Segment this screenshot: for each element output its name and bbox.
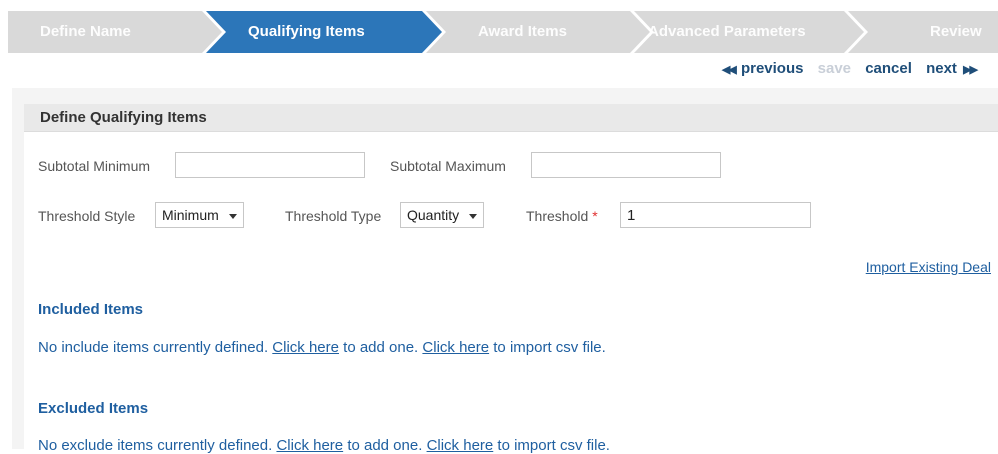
save-button[interactable]: save bbox=[818, 60, 851, 77]
threshold-label: Threshold * bbox=[526, 208, 598, 224]
required-marker: * bbox=[592, 208, 598, 224]
excluded-items-title: Excluded Items bbox=[38, 400, 149, 417]
included-text-mid: to add one. bbox=[343, 339, 419, 356]
wizard-steps: Define Name Qualifying Items Award Items… bbox=[8, 11, 998, 53]
subtotal-minimum-input[interactable] bbox=[175, 152, 365, 178]
subtotal-maximum-label: Subtotal Maximum bbox=[390, 158, 506, 174]
previous-arrow-icon: ◀◀ bbox=[721, 64, 737, 76]
step-qualifying-items[interactable]: Qualifying Items bbox=[248, 11, 365, 53]
step-advanced-parameters[interactable]: Advanced Parameters bbox=[648, 11, 806, 53]
subtotal-minimum-label: Subtotal Minimum bbox=[38, 158, 151, 174]
cancel-button[interactable]: cancel bbox=[865, 60, 912, 77]
previous-button[interactable]: ◀◀ previous bbox=[712, 60, 804, 77]
threshold-label-text: Threshold bbox=[526, 208, 589, 224]
section-header: Define Qualifying Items bbox=[24, 104, 998, 132]
excluded-text-after: to import csv file. bbox=[497, 437, 610, 454]
add-excluded-item-link[interactable]: Click here bbox=[276, 437, 343, 454]
threshold-type-value: Quantity bbox=[407, 207, 460, 223]
included-items-message: No include items currently defined. Clic… bbox=[38, 339, 606, 356]
import-excluded-csv-link[interactable]: Click here bbox=[427, 437, 494, 454]
panel-content: Define Qualifying Items Subtotal Minimum… bbox=[24, 104, 998, 454]
add-included-item-link[interactable]: Click here bbox=[272, 339, 339, 356]
excluded-text-before: No exclude items currently defined. bbox=[38, 437, 273, 454]
step-review[interactable]: Review bbox=[930, 11, 982, 53]
included-text-after: to import csv file. bbox=[493, 339, 606, 356]
chevron-down-icon bbox=[469, 213, 478, 219]
threshold-style-select[interactable]: Minimum bbox=[155, 202, 244, 228]
excluded-items-message: No exclude items currently defined. Clic… bbox=[38, 437, 610, 454]
threshold-input[interactable] bbox=[620, 202, 811, 228]
next-label: next bbox=[926, 60, 957, 77]
qualifying-items-panel: Define Qualifying Items Subtotal Minimum… bbox=[12, 88, 998, 454]
subtotal-maximum-input[interactable] bbox=[531, 152, 721, 178]
step-define-name[interactable]: Define Name bbox=[40, 11, 131, 53]
included-text-before: No include items currently defined. bbox=[38, 339, 269, 356]
section-title: Define Qualifying Items bbox=[40, 109, 207, 126]
next-arrow-icon: ▶▶ bbox=[963, 64, 978, 76]
import-existing-deal-link[interactable]: Import Existing Deal bbox=[866, 259, 991, 275]
previous-label: previous bbox=[740, 60, 804, 77]
threshold-type-label: Threshold Type bbox=[285, 208, 382, 224]
step-award-items[interactable]: Award Items bbox=[478, 11, 567, 53]
threshold-type-select[interactable]: Quantity bbox=[400, 202, 485, 228]
threshold-style-value: Minimum bbox=[162, 207, 219, 223]
included-items-title: Included Items bbox=[38, 301, 144, 318]
import-included-csv-link[interactable]: Click here bbox=[422, 339, 489, 356]
chevron-down-icon bbox=[228, 213, 237, 219]
wizard-navigation: ◀◀ previous save cancel next ▶▶ bbox=[702, 58, 978, 80]
excluded-text-mid: to add one. bbox=[347, 437, 423, 454]
next-button[interactable]: next ▶▶ bbox=[926, 60, 978, 77]
threshold-style-label: Threshold Style bbox=[38, 208, 136, 224]
